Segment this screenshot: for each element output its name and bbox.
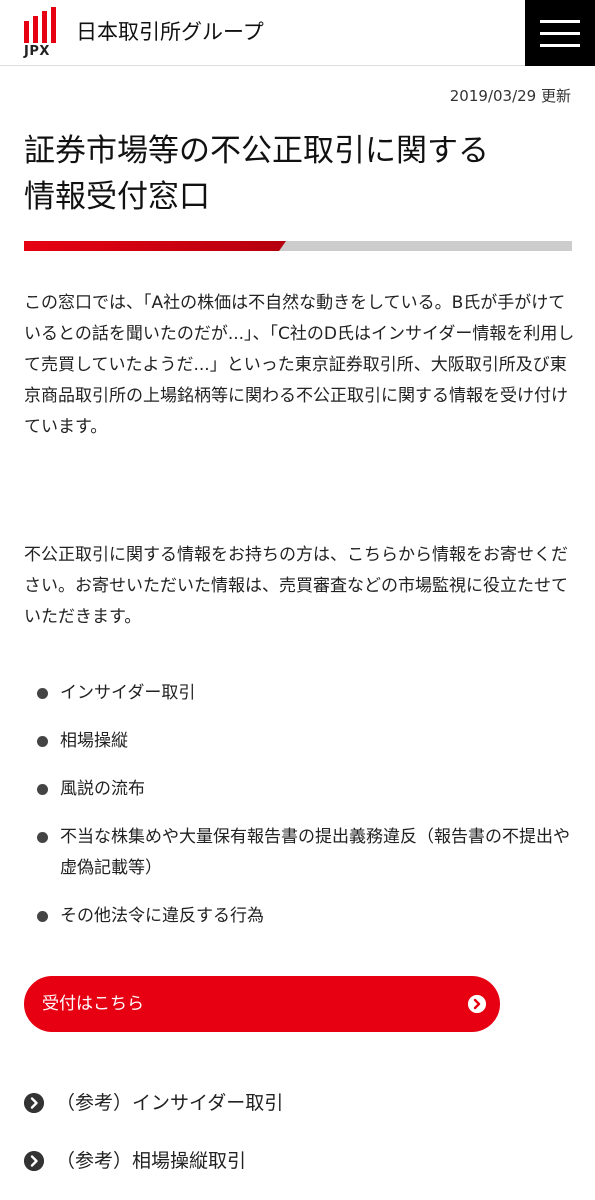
request-paragraph: 不公正取引に関する情報をお持ちの方は、こちらから情報をお寄せください。お寄せいた… [24, 545, 568, 627]
hamburger-icon [540, 43, 580, 47]
violation-list: インサイダー取引 相場操縦 風説の流布 不当な株集めや大量保有報告書の提出義務違… [24, 678, 576, 949]
bullet-icon [37, 688, 48, 699]
page-title-line2: 情報受付窓口 [24, 179, 210, 215]
reception-button-label: 受付はこちら [42, 994, 144, 1014]
brand-name[interactable]: 日本取引所グループ [76, 18, 264, 46]
list-item: インサイダー取引 [24, 678, 576, 709]
list-item: 風説の流布 [24, 774, 576, 805]
reference-link-label: （参考）インサイダー取引 [56, 1092, 284, 1114]
menu-button[interactable] [525, 0, 595, 66]
reference-link-label: （参考）相場操縦取引 [56, 1150, 247, 1172]
chevron-right-icon [24, 1151, 44, 1171]
page-title: 証券市場等の不公正取引に関する 情報受付窓口 [24, 128, 574, 220]
hamburger-icon [540, 31, 580, 35]
page-title-line1: 証券市場等の不公正取引に関する [24, 133, 489, 169]
list-item: 相場操縦 [24, 726, 576, 757]
chevron-right-icon [468, 995, 486, 1013]
reception-button[interactable]: 受付はこちら [24, 976, 500, 1032]
jpx-logo-mark-icon [24, 7, 56, 43]
updated-date: 2019/03/29 更新 [449, 87, 571, 105]
hamburger-icon [540, 19, 580, 23]
reference-link-insider[interactable]: （参考）インサイダー取引 [24, 1091, 283, 1115]
bullet-icon [37, 736, 48, 747]
bullet-icon [37, 911, 48, 922]
title-underline [24, 241, 572, 251]
site-header: JPX 日本取引所グループ [0, 0, 595, 66]
chevron-right-icon [24, 1093, 44, 1113]
list-item: その他法令に違反する行為 [24, 901, 576, 932]
jpx-logo[interactable]: JPX [24, 7, 58, 59]
intro-paragraph: この窓口では、「A社の株価は不自然な動きをしている。B氏が手がけているとの話を聞… [24, 293, 575, 437]
reference-link-manipulation[interactable]: （参考）相場操縦取引 [24, 1149, 246, 1173]
bullet-icon [37, 832, 48, 843]
list-item: 不当な株集めや大量保有報告書の提出義務違反（報告書の不提出や虚偽記載等） [24, 822, 576, 884]
bullet-icon [37, 784, 48, 795]
logo-text: JPX [24, 44, 50, 59]
